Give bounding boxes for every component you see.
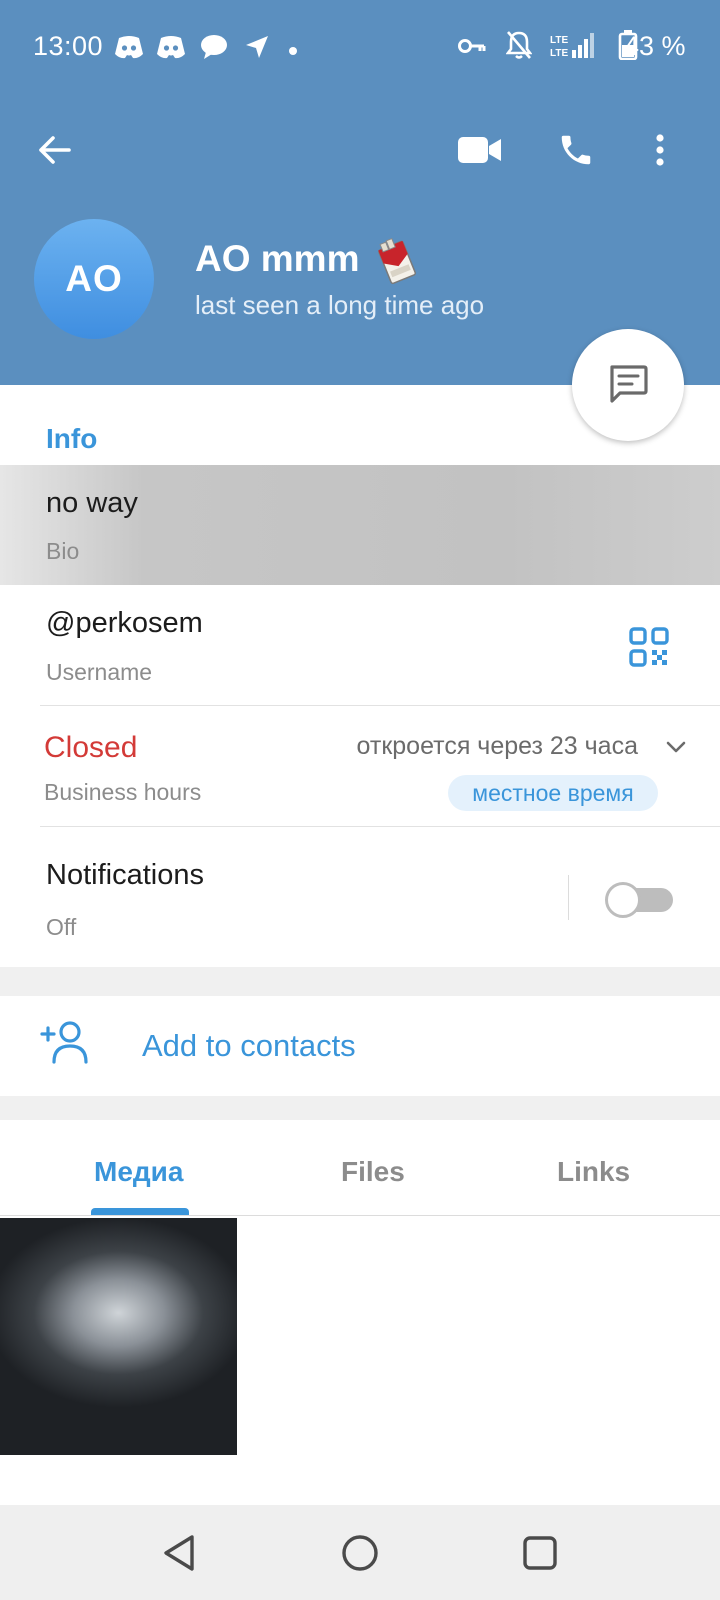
media-thumbnail[interactable]	[0, 1218, 237, 1455]
add-to-contacts-label: Add to contacts	[142, 1028, 356, 1063]
navigation-bar	[0, 1505, 720, 1600]
message-icon	[606, 361, 650, 410]
tab-links[interactable]: Links	[557, 1156, 630, 1188]
chevron-down-icon[interactable]	[666, 740, 686, 759]
mute-icon	[505, 30, 533, 65]
bio-value: no way	[46, 487, 138, 519]
media-tabs: Медиа Files Links	[0, 1120, 720, 1216]
nav-recents-icon[interactable]	[518, 1531, 562, 1575]
active-tab-indicator	[91, 1208, 189, 1215]
dot-icon	[288, 43, 298, 61]
bio-row[interactable]: no way Bio	[0, 465, 720, 585]
arrow-left-icon	[37, 135, 71, 170]
profile-name: AO mmm	[195, 238, 360, 279]
notifications-toggle[interactable]	[605, 882, 673, 918]
svg-text:LTE: LTE	[550, 35, 568, 46]
qr-code-icon[interactable]	[629, 627, 669, 672]
local-time-badge[interactable]: местное время	[448, 775, 658, 811]
phone-icon	[557, 131, 595, 174]
notifications-label: Notifications	[46, 859, 204, 891]
call-button[interactable]	[548, 124, 604, 180]
more-vert-icon	[655, 133, 665, 171]
status-bar: 13:00 LTE LTE 43 %	[0, 0, 720, 96]
add-to-contacts-button[interactable]: Add to contacts	[0, 996, 720, 1096]
vpn-key-icon	[458, 36, 486, 61]
last-seen-status: last seen a long time ago	[195, 290, 485, 320]
divider	[568, 875, 569, 920]
notifications-value: Off	[46, 914, 77, 940]
add-user-icon	[40, 1020, 92, 1069]
avatar-initials: AO	[65, 258, 123, 299]
lte-signal-icon: LTE LTE	[550, 32, 596, 65]
message-button[interactable]	[572, 329, 684, 441]
username-value: @perkosem	[46, 607, 203, 639]
nav-back-icon[interactable]	[158, 1531, 202, 1575]
svg-text:LTE: LTE	[550, 48, 568, 59]
nav-home-icon[interactable]	[338, 1531, 382, 1575]
discord-icon	[114, 34, 144, 65]
chat-bubble-icon	[200, 34, 228, 65]
cigarette-pack-emoji	[372, 236, 424, 293]
info-section-title: Info	[46, 423, 98, 454]
video-call-icon	[458, 136, 502, 169]
tab-files[interactable]: Files	[341, 1156, 405, 1188]
business-status: Closed	[44, 731, 138, 764]
video-call-button[interactable]	[452, 124, 508, 180]
avatar[interactable]: AO	[34, 219, 154, 339]
toggle-knob	[605, 882, 641, 918]
tab-media[interactable]: Медиа	[94, 1156, 183, 1188]
business-hours-label: Business hours	[44, 779, 202, 805]
discord-icon	[156, 34, 186, 65]
username-row[interactable]: @perkosem Username	[0, 585, 720, 705]
username-label: Username	[46, 659, 153, 685]
back-button[interactable]	[26, 124, 82, 180]
opens-in-text: откроется через 23 часа	[356, 732, 638, 760]
location-arrow-icon	[244, 34, 270, 65]
more-options-button[interactable]	[632, 124, 688, 180]
section-separator	[0, 967, 720, 996]
section-separator	[0, 1096, 720, 1120]
bio-label: Bio	[46, 538, 80, 564]
status-time: 13:00	[33, 31, 104, 61]
battery-percentage: 43 %	[624, 31, 686, 61]
